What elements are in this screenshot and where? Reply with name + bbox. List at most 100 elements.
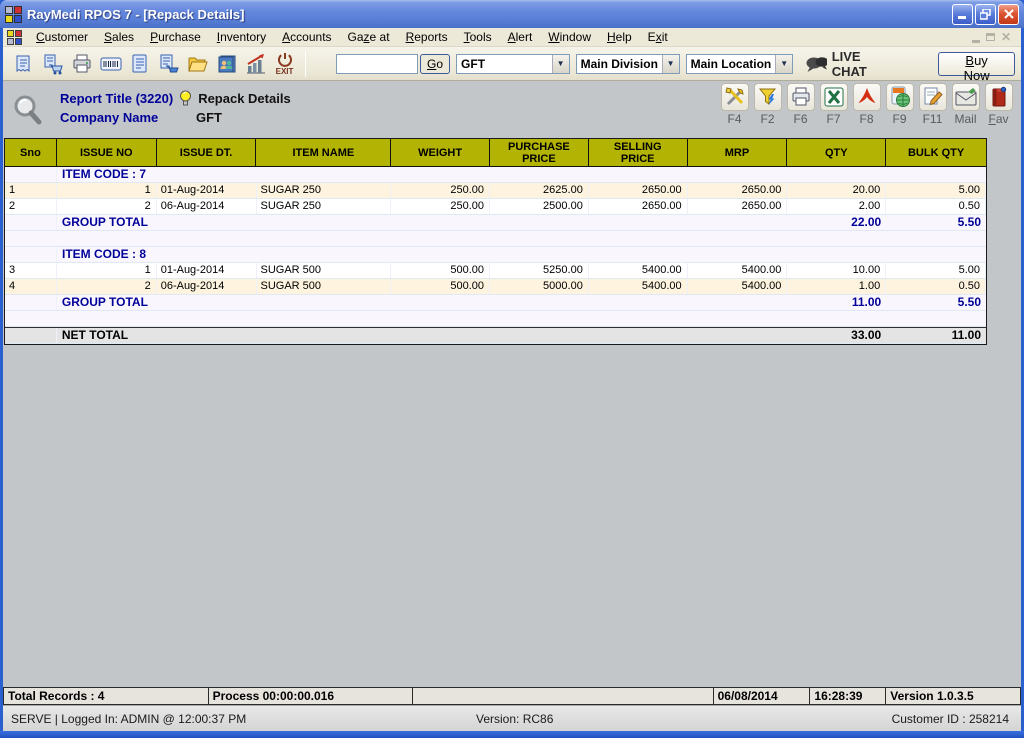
close-button[interactable] [998, 4, 1019, 25]
shortcut-f11[interactable]: F11 [916, 83, 949, 126]
cell: 2650.00 [688, 199, 788, 214]
table-row[interactable]: 4206-Aug-2014SUGAR 500500.005000.005400.… [5, 279, 986, 295]
column-header-item-name[interactable]: ITEM NAME [256, 139, 391, 166]
mdi-window-controls[interactable]: ✕ [972, 30, 1019, 44]
contacts-icon[interactable] [212, 49, 241, 79]
group-header-label: ITEM CODE : 8 [57, 247, 986, 262]
column-header-issue-dt-[interactable]: ISSUE DT. [157, 139, 257, 166]
search-input[interactable] [336, 54, 418, 74]
column-header-bulk-qty[interactable]: BULK QTY [886, 139, 986, 166]
table-row[interactable]: NET TOTAL33.0011.00 [5, 327, 986, 344]
menu-item-inventory[interactable]: Inventory [209, 29, 274, 45]
excel-export-icon[interactable] [820, 83, 848, 111]
table-row[interactable]: 1101-Aug-2014SUGAR 250250.002625.002650.… [5, 183, 986, 199]
cell: 2 [5, 199, 57, 214]
column-header-sno[interactable]: Sno [5, 139, 57, 166]
chevron-down-icon[interactable]: ▼ [552, 55, 569, 73]
menu-item-window[interactable]: Window [540, 29, 599, 45]
cell: 2 [57, 279, 157, 294]
table-row[interactable]: 3101-Aug-2014SUGAR 500500.005250.005400.… [5, 263, 986, 279]
location-select[interactable]: Main Location ▼ [686, 54, 794, 74]
column-header-mrp[interactable]: MRP [688, 139, 788, 166]
print-icon[interactable] [787, 83, 815, 111]
repack-details-table: SnoISSUE NOISSUE DT.ITEM NAMEWEIGHTPURCH… [4, 138, 987, 345]
app-logo-icon [5, 6, 22, 23]
cell: 5400.00 [589, 263, 688, 278]
menu-item-customer[interactable]: Customer [28, 29, 96, 45]
mdi-close-icon[interactable]: ✕ [1001, 30, 1011, 44]
menu-item-reports[interactable]: Reports [398, 29, 456, 45]
shortcut-mail[interactable]: Mail [949, 83, 982, 126]
shortcut-label: F4 [727, 112, 741, 126]
cell: SUGAR 250 [257, 183, 392, 198]
filter-icon[interactable] [754, 83, 782, 111]
shortcut-f7[interactable]: F7 [817, 83, 850, 126]
shortcut-f4[interactable]: F4 [718, 83, 751, 126]
go-button[interactable]: Go [420, 54, 450, 74]
company-select[interactable]: GFT ▼ [456, 54, 570, 74]
menu-item-purchase[interactable]: Purchase [142, 29, 209, 45]
empty-row[interactable] [5, 311, 986, 327]
column-header-weight[interactable]: WEIGHT [391, 139, 490, 166]
shortcut-f6[interactable]: F6 [784, 83, 817, 126]
chevron-down-icon[interactable]: ▼ [662, 55, 679, 73]
menu-item-accounts[interactable]: Accounts [274, 29, 339, 45]
shortcut-f2[interactable]: F2 [751, 83, 784, 126]
shortcut-f8[interactable]: F8 [850, 83, 883, 126]
printer-icon[interactable] [67, 49, 96, 79]
cell: 500.00 [391, 263, 490, 278]
menu-item-tools[interactable]: Tools [456, 29, 500, 45]
sales-return-icon[interactable] [154, 49, 183, 79]
settings-tools-icon[interactable] [721, 83, 749, 111]
empty-row[interactable] [5, 231, 986, 247]
qty-total: 33.00 [787, 328, 886, 343]
shortcut-f9[interactable]: F9 [883, 83, 916, 126]
version-text: Version: RC86 [476, 712, 553, 726]
column-header-issue-no[interactable]: ISSUE NO [57, 139, 157, 166]
cell: 4 [5, 279, 57, 294]
table-row[interactable]: ITEM CODE : 7 [5, 167, 986, 183]
html-export-icon[interactable] [886, 83, 914, 111]
shortcut-fav[interactable]: Fav [982, 83, 1015, 126]
shortcut-label: F6 [793, 112, 807, 126]
purchase-cart-icon[interactable] [38, 49, 67, 79]
sales-graph-icon[interactable] [241, 49, 270, 79]
menu-item-gaze-at[interactable]: Gaze at [340, 29, 398, 45]
restore-button[interactable] [975, 4, 996, 25]
mdi-minimize-icon[interactable] [972, 40, 980, 43]
favourite-icon[interactable] [985, 83, 1013, 111]
column-header-purchase-price[interactable]: PURCHASE PRICE [490, 139, 589, 166]
division-select-value: Main Division [577, 57, 662, 71]
sales-invoice-icon[interactable] [9, 49, 38, 79]
barcode-icon[interactable] [96, 49, 125, 79]
table-row[interactable]: 2206-Aug-2014SUGAR 250250.002500.002650.… [5, 199, 986, 215]
chevron-down-icon[interactable]: ▼ [775, 55, 792, 73]
menu-item-alert[interactable]: Alert [500, 29, 541, 45]
cell: 250.00 [391, 199, 490, 214]
minimize-button[interactable] [952, 4, 973, 25]
ledger-icon[interactable] [125, 49, 154, 79]
menu-item-sales[interactable]: Sales [96, 29, 142, 45]
folder-open-icon[interactable] [183, 49, 212, 79]
live-chat-link[interactable]: LIVE CHAT [805, 49, 892, 79]
column-header-selling-price[interactable]: SELLING PRICE [589, 139, 688, 166]
buy-now-button[interactable]: Buy Now [938, 52, 1015, 76]
edit-icon[interactable] [919, 83, 947, 111]
company-select-value: GFT [457, 57, 552, 71]
menu-item-exit[interactable]: Exit [640, 29, 676, 45]
column-header-qty[interactable]: QTY [787, 139, 886, 166]
mdi-restore-icon[interactable] [986, 33, 995, 41]
table-row[interactable]: GROUP TOTAL22.005.50 [5, 215, 986, 231]
table-row[interactable]: GROUP TOTAL11.005.50 [5, 295, 986, 311]
table-row[interactable]: ITEM CODE : 8 [5, 247, 986, 263]
exit-icon[interactable]: EXIT [270, 49, 299, 79]
division-select[interactable]: Main Division ▼ [576, 54, 680, 74]
cell: 06-Aug-2014 [157, 279, 257, 294]
toolbar-separator [305, 51, 306, 77]
cell: 2650.00 [688, 183, 788, 198]
group-total-label: GROUP TOTAL [57, 295, 788, 310]
pdf-export-icon[interactable] [853, 83, 881, 111]
cell: 01-Aug-2014 [157, 263, 257, 278]
menu-item-help[interactable]: Help [599, 29, 640, 45]
mail-icon[interactable] [952, 83, 980, 111]
